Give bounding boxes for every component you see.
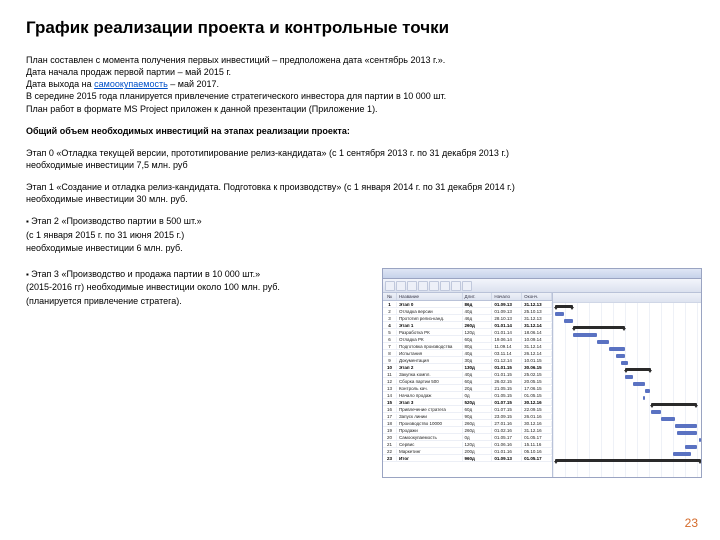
stage1-inv: необходимые инвестиции 30 млн. руб.	[26, 194, 188, 204]
gantt-summary-bar	[573, 326, 625, 329]
gantt-task-bar	[651, 410, 661, 414]
table-row: 5Разработка РК120д01.01.1418.06.14	[383, 329, 552, 336]
gantt-task-bar	[621, 361, 628, 365]
stage3-title: Этап 3 «Производство и продажа партии в …	[26, 268, 366, 282]
stage1: Этап 1 «Создание и отладка релиз-кандида…	[26, 181, 694, 205]
msproject-task-grid: № Название Длит. Начало Оконч. 1Этап 086…	[383, 293, 553, 477]
gantt-task-bar	[625, 375, 633, 379]
gantt-summary-bar	[625, 368, 651, 371]
gantt-task-bar	[699, 438, 701, 442]
msproject-embed: № Название Длит. Начало Оконч. 1Этап 086…	[382, 268, 702, 478]
table-row: 7Подготовка производства80д11.09.1431.12…	[383, 343, 552, 350]
page-number: 23	[685, 516, 698, 530]
stage3-dates: (2015-2016 гг) необходимые инвестиции ок…	[26, 281, 366, 295]
breakeven-link[interactable]: самоокупаемость	[94, 79, 168, 89]
gantt-grid	[553, 293, 701, 477]
intro-line4: В середине 2015 года планируется привлеч…	[26, 91, 446, 101]
col-name: Название	[397, 293, 463, 300]
col-duration: Длит.	[463, 293, 493, 300]
gantt-task-bar	[677, 431, 697, 435]
toolbar-icon	[440, 281, 450, 291]
toolbar-icon	[407, 281, 417, 291]
msproject-toolbar	[383, 279, 701, 293]
gantt-timescale	[553, 293, 701, 303]
intro-line3b: – май 2017.	[168, 79, 219, 89]
gantt-task-bar	[609, 347, 625, 351]
gantt-summary-bar	[651, 403, 697, 406]
gantt-task-bar	[643, 396, 645, 400]
gantt-task-bar	[616, 354, 625, 358]
gantt-task-bar	[633, 382, 645, 386]
table-row: 10Этап 2130д01.01.1530.06.15	[383, 364, 552, 371]
table-row: 12Сборка партии 50060д26.02.1520.05.15	[383, 378, 552, 385]
gantt-task-bar	[555, 312, 564, 316]
msproject-titlebar	[383, 269, 701, 279]
stage2-inv: необходимые инвестиции 6 млн. руб.	[26, 242, 366, 256]
gantt-summary-bar	[555, 305, 573, 308]
stage0-inv: необходимые инвестиции 7,5 млн. руб	[26, 160, 188, 170]
table-row: 8Испытания40д03.11.1426.12.14	[383, 350, 552, 357]
toolbar-icon	[385, 281, 395, 291]
grid-header: № Название Длит. Начало Оконч.	[383, 293, 552, 301]
table-row: 22Маркетинг200д01.01.1605.10.16	[383, 448, 552, 455]
gantt-task-bar	[597, 340, 609, 344]
table-row: 19Продажи260д01.02.1631.12.16	[383, 427, 552, 434]
stage0: Этап 0 «Отладка текущей версии, прототип…	[26, 147, 694, 171]
table-row: 13Контроль кач.20д21.05.1517.06.15	[383, 385, 552, 392]
stage2-title: Этап 2 «Производство партии в 500 шт.»	[26, 215, 366, 229]
stage2: Этап 2 «Производство партии в 500 шт.» (…	[26, 215, 366, 256]
table-row: 6Отладка РК60д19.06.1410.09.14	[383, 336, 552, 343]
table-row: 14Начало продаж0д01.05.1501.05.15	[383, 392, 552, 399]
table-row: 18Производство 10000260д27.01.1630.12.16	[383, 420, 552, 427]
gantt-task-bar	[573, 333, 597, 337]
table-row: 2Отладка версии40д01.09.1325.10.13	[383, 308, 552, 315]
gantt-task-bar	[675, 424, 697, 428]
table-row: 16Привлечение стратега60д01.07.1522.09.1…	[383, 406, 552, 413]
gantt-task-bar	[685, 445, 697, 449]
gantt-task-bar	[673, 452, 691, 456]
table-row: 9Документация30д01.12.1410.01.15	[383, 357, 552, 364]
intro-line1: План составлен с момента получения первы…	[26, 55, 445, 65]
intro-line3a: Дата выхода на	[26, 79, 94, 89]
subheading: Общий объем необходимых инвестиций на эт…	[26, 125, 694, 137]
table-row: 21Сервис120д01.06.1615.11.16	[383, 441, 552, 448]
intro-line2: Дата начала продаж первой партии – май 2…	[26, 67, 231, 77]
table-row: 1Этап 086д01.09.1331.12.13	[383, 301, 552, 308]
col-start: Начало	[492, 293, 522, 300]
gantt-summary-bar	[555, 459, 701, 462]
gantt-task-bar	[564, 319, 573, 323]
table-row: 4Этап 1260д01.01.1431.12.14	[383, 322, 552, 329]
table-row: 23Итог960д01.09.1301.05.17	[383, 455, 552, 462]
toolbar-icon	[462, 281, 472, 291]
gantt-task-bar	[661, 417, 675, 421]
intro-paragraph: План составлен с момента получения первы…	[26, 54, 694, 115]
table-row: 17Запуск линии90д23.09.1526.01.16	[383, 413, 552, 420]
stage3-note: (планируется привлечение стратега).	[26, 295, 366, 309]
toolbar-icon	[396, 281, 406, 291]
col-id: №	[383, 293, 397, 300]
toolbar-icon	[451, 281, 461, 291]
toolbar-icon	[418, 281, 428, 291]
msproject-gantt	[553, 293, 701, 477]
toolbar-icon	[429, 281, 439, 291]
table-row: 20Самоокупаемость0д01.05.1701.05.17	[383, 434, 552, 441]
table-row: 15Этап 3520д01.07.1530.12.16	[383, 399, 552, 406]
stage1-title: Этап 1 «Создание и отладка релиз-кандида…	[26, 182, 515, 192]
intro-line5: План работ в формате MS Project приложен…	[26, 104, 378, 114]
stage0-title: Этап 0 «Отладка текущей версии, прототип…	[26, 148, 509, 158]
stage2-dates: (с 1 января 2015 г. по 31 июня 2015 г.)	[26, 229, 366, 243]
col-end: Оконч.	[522, 293, 552, 300]
slide-title: График реализации проекта и контрольные …	[26, 18, 694, 38]
table-row: 11Закупка компл.40д01.01.1525.02.15	[383, 371, 552, 378]
table-row: 3Прототип релиз-канд.46д28.10.1331.12.13	[383, 315, 552, 322]
gantt-task-bar	[645, 389, 650, 393]
stage3: Этап 3 «Производство и продажа партии в …	[26, 268, 366, 309]
